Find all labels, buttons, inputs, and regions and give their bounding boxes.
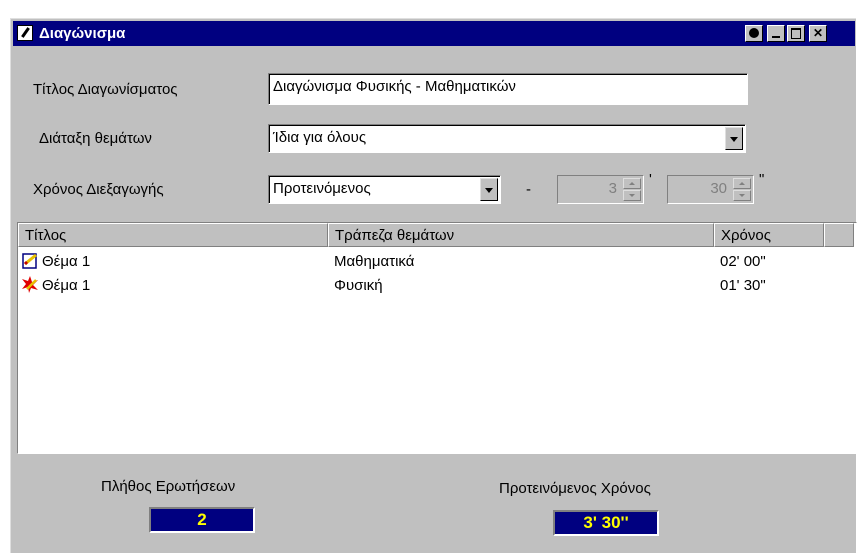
- maximize-icon: [791, 28, 801, 39]
- question-order-label: Διάταξη θεμάτων: [39, 130, 152, 147]
- close-button[interactable]: ✕: [809, 25, 827, 42]
- row-bank: Φυσική: [334, 277, 383, 294]
- question-order-value: Ίδια για όλους: [273, 129, 367, 146]
- exam-title-value: Διαγώνισμα Φυσικής - Μαθηματικών: [273, 78, 516, 95]
- table-row[interactable]: Θέμα 1 Φυσική 01' 30": [18, 274, 854, 298]
- pencil-app-icon: [17, 25, 33, 41]
- table-row[interactable]: Θέμα 1 Μαθηματικά 02' 00": [18, 250, 854, 274]
- minutes-unit: ': [649, 171, 652, 188]
- row-bank: Μαθηματικά: [334, 253, 415, 270]
- minutes-spin-arrows[interactable]: [623, 178, 641, 201]
- dash-separator: -: [526, 181, 531, 198]
- seconds-value: 30: [710, 180, 727, 197]
- spin-up-icon[interactable]: [733, 178, 751, 189]
- question-count-display: 2: [149, 507, 255, 533]
- exam-title-input[interactable]: Διαγώνισμα Φυσικής - Μαθηματικών: [268, 73, 748, 105]
- exam-window: Διαγώνισμα ✕ Τίτλος Διαγωνίσματος Διαγών…: [10, 18, 857, 553]
- duration-value: Προτεινόμενος: [273, 180, 371, 197]
- row-title: Θέμα 1: [42, 277, 91, 294]
- close-icon: ✕: [812, 26, 824, 40]
- column-header-filler: [824, 223, 854, 247]
- row-time: 02' 00": [720, 253, 766, 270]
- seconds-spin-arrows[interactable]: [733, 178, 751, 201]
- spin-down-icon[interactable]: [623, 190, 641, 201]
- pencil-note-icon: [22, 253, 37, 269]
- spin-down-icon[interactable]: [733, 190, 751, 201]
- title-bar[interactable]: Διαγώνισμα ✕: [13, 21, 855, 46]
- chevron-down-icon[interactable]: [725, 127, 743, 150]
- column-header-time[interactable]: Χρόνος: [714, 223, 824, 247]
- chevron-down-icon[interactable]: [480, 178, 498, 201]
- minimize-icon: [772, 36, 780, 38]
- suggested-time-label: Προτεινόμενος Χρόνος: [499, 480, 651, 497]
- row-time: 01' 30": [720, 277, 766, 294]
- seconds-stepper[interactable]: 30: [667, 175, 754, 204]
- window-title: Διαγώνισμα: [39, 25, 126, 42]
- help-icon: [749, 28, 759, 38]
- suggested-time-display: 3' 30'': [553, 510, 659, 536]
- red-burst-icon: [22, 276, 38, 293]
- column-header-bank[interactable]: Τράπεζα θεμάτων: [328, 223, 714, 247]
- exam-title-label: Τίτλος Διαγωνίσματος: [33, 81, 178, 98]
- row-title: Θέμα 1: [42, 253, 91, 270]
- duration-label: Χρόνος Διεξαγωγής: [33, 181, 164, 198]
- seconds-unit: ": [759, 171, 765, 188]
- minutes-stepper[interactable]: 3: [557, 175, 644, 204]
- column-header-title[interactable]: Τίτλος: [18, 223, 328, 247]
- questions-list[interactable]: Τίτλος Τράπεζα θεμάτων Χρόνος Θέμα 1 Μαθ…: [17, 222, 857, 454]
- minimize-button[interactable]: [767, 25, 785, 42]
- minutes-value: 3: [608, 180, 617, 197]
- duration-select[interactable]: Προτεινόμενος: [268, 175, 501, 204]
- spin-up-icon[interactable]: [623, 178, 641, 189]
- question-count-label: Πλήθος Ερωτήσεων: [101, 478, 236, 495]
- question-order-select[interactable]: Ίδια για όλους: [268, 124, 746, 153]
- maximize-button[interactable]: [787, 25, 805, 42]
- help-button[interactable]: [745, 25, 763, 42]
